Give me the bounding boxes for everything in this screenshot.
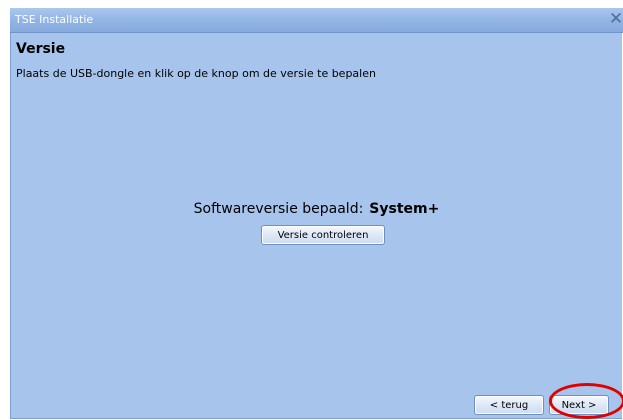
wizard-page: Versie Plaats de USB-dongle en klik op d… xyxy=(10,33,623,419)
back-button[interactable]: < terug xyxy=(474,395,544,415)
next-button[interactable]: Next > xyxy=(549,395,609,415)
page-title: Versie xyxy=(16,41,66,57)
version-value: System+ xyxy=(369,201,440,217)
installer-window: TSE Installatie ✕ Versie Plaats de USB-d… xyxy=(0,0,623,420)
title-bar[interactable]: TSE Installatie ✕ xyxy=(10,8,623,33)
window-title: TSE Installatie xyxy=(15,13,94,26)
page-instruction: Plaats de USB-dongle en klik op de knop … xyxy=(16,67,376,80)
version-status: Softwareversie bepaald: System+ xyxy=(11,201,622,217)
close-icon[interactable]: ✕ xyxy=(608,10,623,28)
check-version-button[interactable]: Versie controleren xyxy=(261,225,385,245)
version-label: Softwareversie bepaald: xyxy=(193,201,364,217)
